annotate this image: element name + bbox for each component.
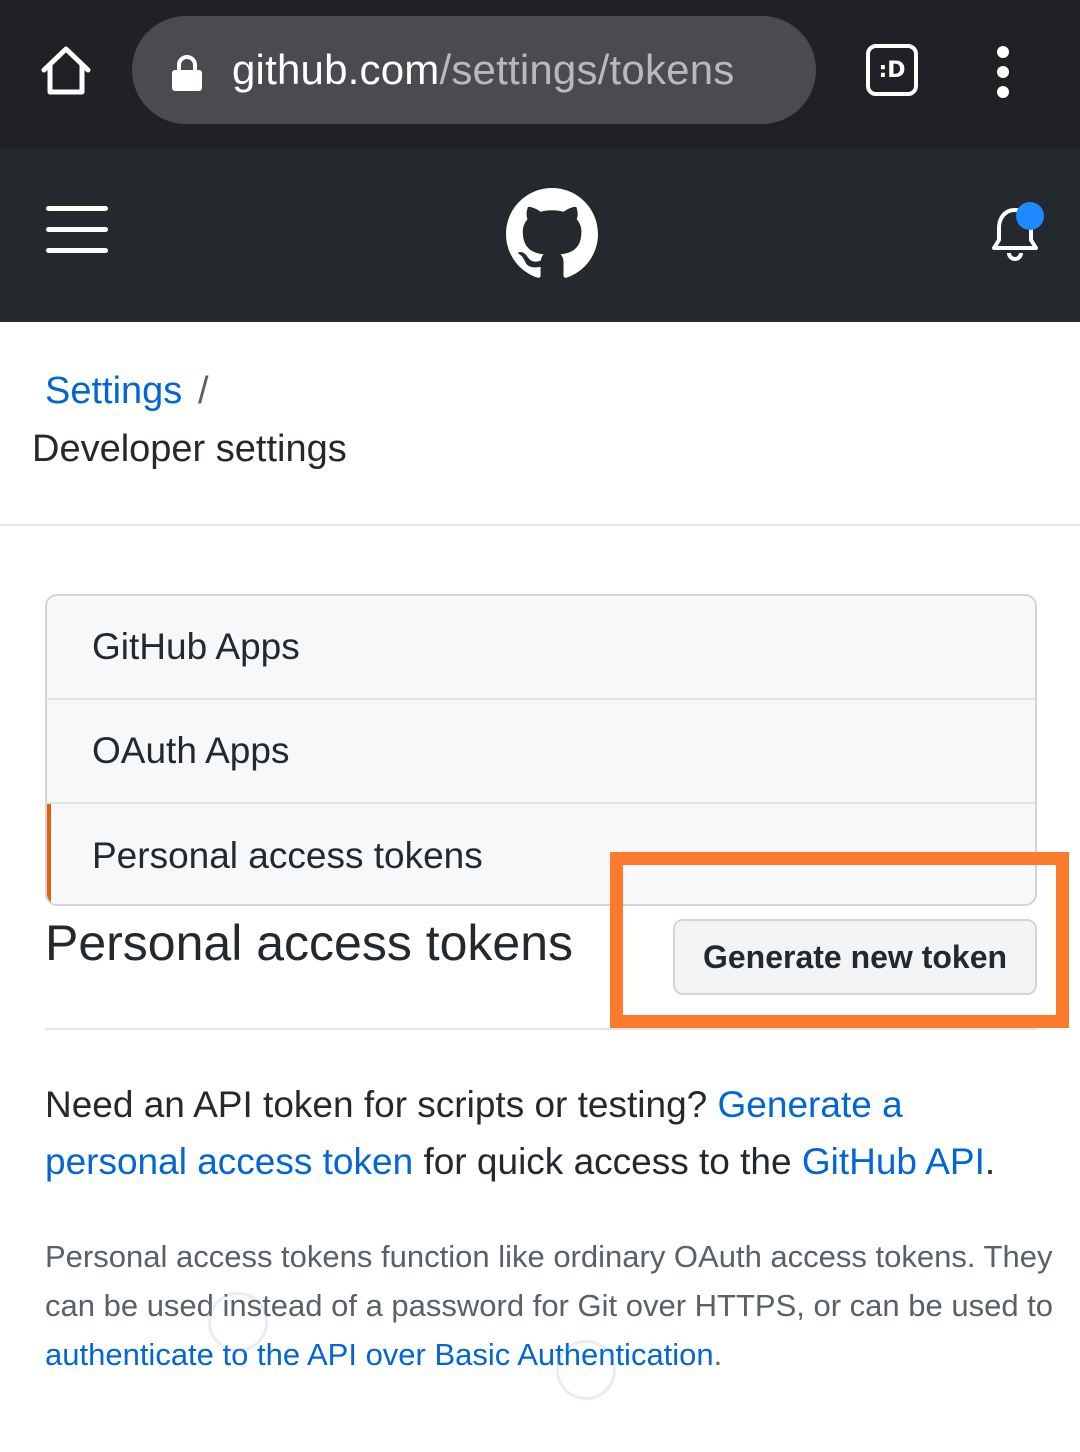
description-text-1: Personal access tokens function like ord… [45,1239,1054,1323]
description-paragraph: Personal access tokens function like ord… [45,1232,1055,1379]
breadcrumb: Settings / Developer settings [0,322,1080,526]
address-bar[interactable]: github.com/settings/tokens [132,16,816,124]
breadcrumb-current: Developer settings [32,428,347,470]
menu-item-github-apps[interactable]: GitHub Apps [47,596,1035,700]
home-button[interactable] [30,38,102,104]
intro-text-2: for quick access to the [413,1141,802,1182]
breadcrumb-settings-link[interactable]: Settings [45,370,182,413]
github-api-link[interactable]: GitHub API [802,1141,985,1182]
notification-dot [1016,202,1044,230]
generate-new-token-button[interactable]: Generate new token [673,919,1037,995]
url-text: github.com/settings/tokens [232,16,734,124]
home-icon [41,46,91,95]
menu-item-label: GitHub Apps [92,626,300,667]
description-text-2: . [713,1337,723,1372]
touch-indicator [208,1292,268,1352]
bell-notification-icon[interactable] [988,200,1046,266]
intro-text-1: Need an API token for scripts or testing… [45,1084,718,1125]
tab-switcher-button[interactable]: :D [866,44,918,96]
page-title: Personal access tokens [45,915,574,971]
touch-indicator [556,1340,616,1400]
developer-settings-menu: GitHub Apps OAuth Apps Personal access t… [45,594,1037,906]
hamburger-menu-icon[interactable] [46,204,108,256]
browser-toolbar: github.com/settings/tokens :D [0,0,1080,148]
menu-item-personal-access-tokens[interactable]: Personal access tokens [47,804,1035,904]
lock-icon [172,55,202,91]
intro-paragraph: Need an API token for scripts or testing… [45,1076,1045,1190]
url-path: /settings/tokens [439,46,735,93]
menu-item-oauth-apps[interactable]: OAuth Apps [47,700,1035,804]
intro-text-3: . [984,1141,996,1182]
url-host: github.com [232,46,440,93]
divider [45,1028,1037,1030]
github-octocat-logo[interactable] [506,188,598,280]
github-header [0,148,1080,322]
menu-item-label: Personal access tokens [92,835,483,876]
more-vert-icon[interactable] [980,44,1026,100]
menu-item-label: OAuth Apps [92,730,290,771]
tab-switcher-icon: :D [878,57,906,83]
breadcrumb-separator: / [198,370,209,412]
